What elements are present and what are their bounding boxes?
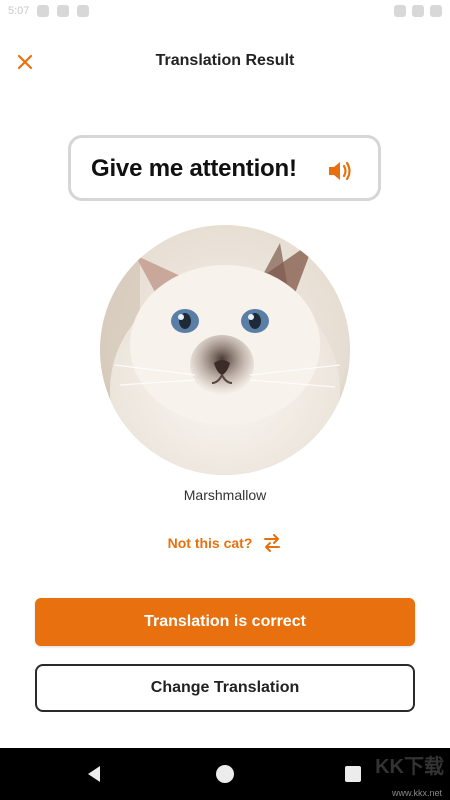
home-icon[interactable] [216, 765, 234, 783]
notification-icon [77, 5, 90, 17]
change-translation-button[interactable]: Change Translation [35, 664, 415, 712]
battery-icon [430, 5, 442, 17]
translation-correct-button[interactable]: Translation is correct [35, 598, 415, 646]
cat-photo [100, 225, 350, 475]
status-right [394, 5, 442, 17]
translation-text: Give me attention! [91, 155, 297, 182]
play-audio-button[interactable] [326, 158, 356, 184]
recent-apps-icon[interactable] [345, 766, 361, 782]
wifi-icon [394, 5, 406, 17]
watermark-logo: KK下载 [375, 756, 444, 778]
translation-bubble: Give me attention! [68, 135, 381, 201]
page-title: Translation Result [155, 52, 295, 69]
not-this-cat-label: Not this cat? [167, 535, 253, 551]
swap-arrows-icon [264, 534, 281, 552]
app-bar: Translation Result [0, 36, 450, 88]
watermark-url: www.kkx.net [391, 788, 442, 798]
back-icon[interactable] [86, 765, 102, 783]
not-this-cat-link[interactable]: Not this cat? [0, 533, 450, 553]
system-nav-bar: KK下载 www.kkx.net [0, 748, 450, 800]
notification-icon [57, 5, 70, 17]
cat-name: Marshmallow [183, 487, 267, 503]
cat-avatar [100, 225, 350, 475]
speaker-icon [329, 161, 351, 181]
signal-icon [412, 5, 424, 17]
status-bar: 5:07 [0, 0, 450, 26]
status-left: 5:07 [8, 5, 90, 17]
status-time: 5:07 [8, 5, 30, 17]
notification-icon [37, 5, 50, 17]
